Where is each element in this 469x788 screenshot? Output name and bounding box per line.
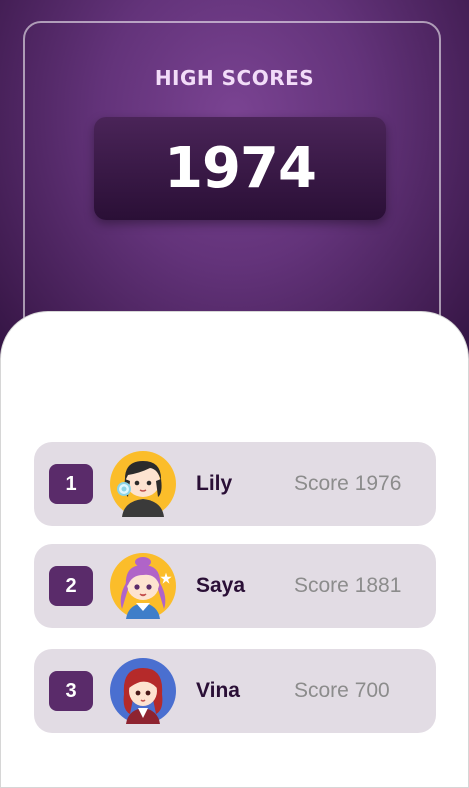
girl-red-hair-avatar-icon xyxy=(110,658,176,724)
leaderboard-row[interactable]: 1 Lily Score 1976 xyxy=(34,442,436,526)
player-name: Vina xyxy=(196,679,240,702)
girl-purple-hair-avatar-icon xyxy=(110,553,176,619)
best-score-box: 1974 xyxy=(94,117,386,220)
page-title: HIGH SCORES xyxy=(154,66,315,90)
leaderboard-row[interactable]: 3 Vina Score 700 xyxy=(34,649,436,733)
player-score: Score 700 xyxy=(294,679,390,702)
rank-badge: 1 xyxy=(49,464,93,504)
player-name: Saya xyxy=(196,574,246,597)
girl-headset-avatar-icon xyxy=(110,451,176,517)
rank-badge: 3 xyxy=(49,671,93,711)
leaderboard-card: 1 Lily Score 1976 2 Saya Score 1881 3 Vi… xyxy=(0,311,469,788)
leaderboard-row[interactable]: 2 Saya Score 1881 xyxy=(34,544,436,628)
player-score: Score 1976 xyxy=(294,472,402,495)
player-name: Lily xyxy=(196,472,233,495)
rank-badge: 2 xyxy=(49,566,93,606)
best-score-value: 1974 xyxy=(164,136,317,201)
player-score: Score 1881 xyxy=(294,574,402,597)
